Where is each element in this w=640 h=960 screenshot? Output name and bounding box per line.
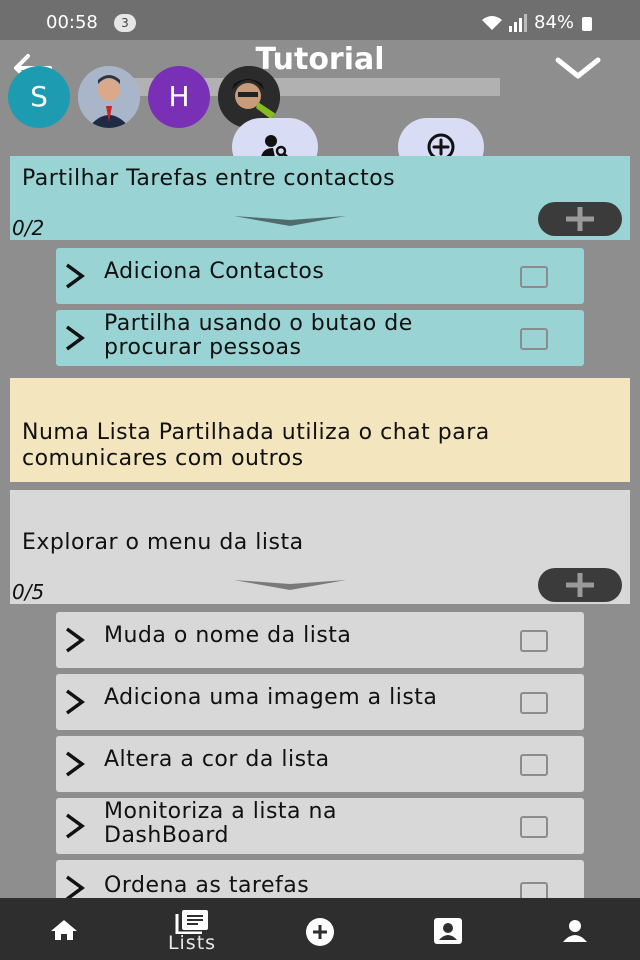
task-item[interactable]: Adiciona Contactos [56,248,584,304]
nav-lists-label: Lists [167,932,217,954]
avatar[interactable]: S [8,66,70,128]
task-label: Adiciona uma imagem a lista [104,685,438,710]
task-label: Adiciona Contactos [104,259,325,284]
section-card-chat[interactable]: Numa Lista Partilhada utiliza o chat par… [10,378,630,482]
section-card-menu[interactable]: Explorar o menu da lista 0/5 [10,490,630,604]
expand-chevron-icon[interactable] [232,576,348,596]
task-item[interactable]: Adiciona uma imagem a lista [56,674,584,730]
task-checkbox[interactable] [520,754,548,776]
plus-icon [566,207,594,231]
nav-lists[interactable]: Lists [152,898,232,960]
battery-percent: 84% [534,12,575,33]
section-title: Partilhar Tarefas entre contactos [22,166,396,191]
task-item[interactable]: Partilha usando o butao de procurar pess… [56,310,584,366]
task-checkbox[interactable] [520,816,548,838]
task-checkbox[interactable] [520,266,548,288]
section-title: Numa Lista Partilhada utiliza o chat par… [22,420,490,471]
task-checkbox[interactable] [520,630,548,652]
nav-contacts[interactable] [408,898,488,960]
avatar-letter: S [30,80,48,113]
plus-icon [566,573,594,597]
profile-icon [563,920,587,942]
chevron-right-icon[interactable] [62,626,88,654]
signal-icon [509,14,527,32]
status-time: 00:58 [46,12,98,33]
add-task-button[interactable] [538,202,622,236]
task-label: Ordena as tarefas [104,873,310,898]
avatar-photo[interactable] [78,66,140,128]
contacts-icon [434,918,462,944]
nav-profile[interactable] [535,898,615,960]
chevron-down-icon[interactable] [552,50,604,86]
task-checkbox[interactable] [520,692,548,714]
home-icon [51,920,77,940]
section-title: Explorar o menu da lista [22,530,304,555]
task-label: Altera a cor da lista [104,747,330,772]
battery-icon [582,17,592,31]
task-checkbox[interactable] [520,328,548,350]
chevron-right-icon[interactable] [62,324,88,352]
add-circle-icon [306,918,334,946]
notification-badge: 3 [114,14,136,32]
task-item[interactable]: Altera a cor da lista [56,736,584,792]
nav-home[interactable] [23,898,103,960]
avatar[interactable]: H [148,66,210,128]
task-label: Monitoriza a lista na DashBoard [104,799,337,848]
add-task-button[interactable] [538,568,622,602]
task-counter: 0/2 [12,216,45,240]
task-item[interactable]: Monitoriza a lista na DashBoard [56,798,584,854]
chevron-right-icon[interactable] [62,688,88,716]
task-counter: 0/5 [12,580,45,604]
bottom-nav: Lists [0,898,640,960]
expand-chevron-icon[interactable] [232,212,348,232]
avatar-letter: H [168,80,190,113]
task-item[interactable]: Muda o nome da lista [56,612,584,668]
nav-add[interactable] [280,898,360,960]
task-label: Partilha usando o butao de procurar pess… [104,311,413,360]
task-label: Muda o nome da lista [104,623,352,648]
wifi-icon [482,16,502,30]
task-item[interactable]: Ordena as tarefas [56,860,584,904]
chevron-right-icon[interactable] [62,812,88,840]
lists-icon [175,910,208,934]
section-card-share[interactable]: Partilhar Tarefas entre contactos 0/2 [10,156,630,240]
chevron-right-icon[interactable] [62,750,88,778]
chevron-right-icon[interactable] [62,262,88,290]
